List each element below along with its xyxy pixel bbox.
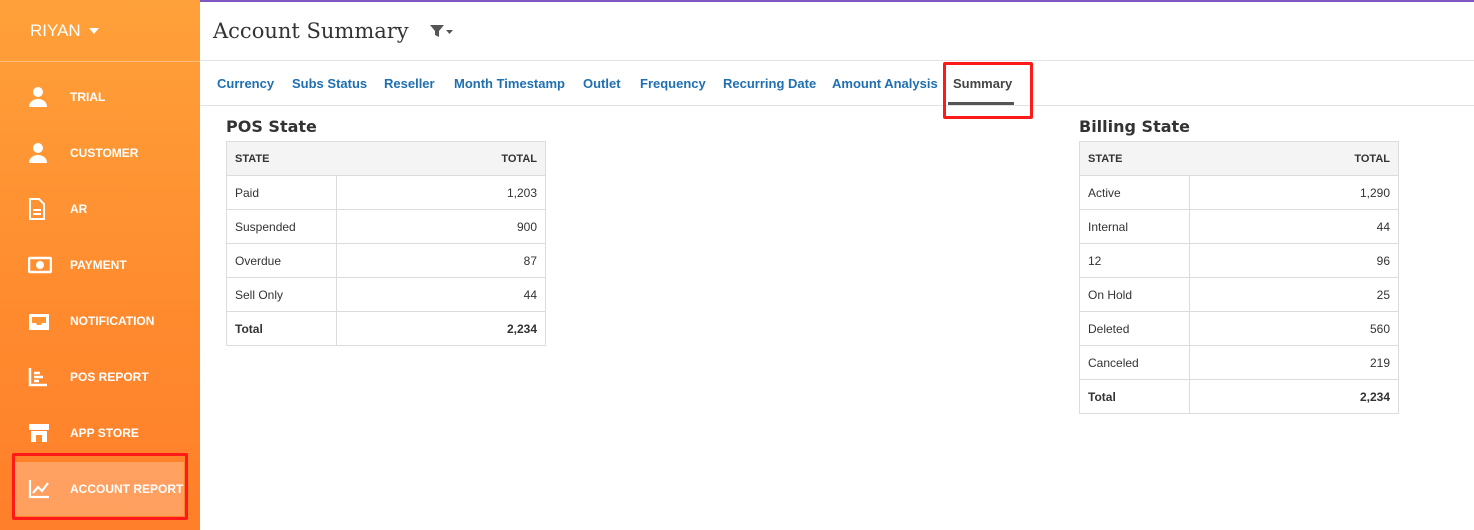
billing-state-table: STATE TOTAL Active 1,290 Internal 44 12 …	[1079, 141, 1399, 414]
tab-bar: Currency Subs Status Reseller Month Time…	[200, 62, 1474, 106]
sidebar-item-notification[interactable]: NOTIFICATION	[0, 293, 200, 349]
state-cell: Suspended	[226, 209, 337, 244]
table-row: 12 96	[1079, 243, 1399, 278]
filter-button[interactable]	[429, 24, 455, 38]
state-cell: Sell Only	[226, 277, 337, 312]
pos-state-title: POS State	[226, 117, 317, 136]
sidebar-item-customer[interactable]: CUSTOMER	[0, 125, 200, 181]
total-row: Total 2,234	[1079, 379, 1399, 414]
state-cell: Deleted	[1079, 311, 1190, 346]
tab-currency[interactable]: Currency	[217, 76, 274, 91]
table-row: Deleted 560	[1079, 311, 1399, 346]
total-cell: 560	[1189, 311, 1399, 346]
table-row: Active 1,290	[1079, 175, 1399, 210]
page-title: Account Summary	[213, 19, 409, 43]
pos-state-panel: POS State STATE TOTAL Paid 1,203 Suspend…	[226, 117, 546, 346]
total-cell: 44	[1189, 209, 1399, 244]
total-row: Total 2,234	[226, 311, 546, 346]
tab-recurring-date[interactable]: Recurring Date	[723, 76, 816, 91]
tab-frequency[interactable]: Frequency	[640, 76, 706, 91]
money-icon	[0, 256, 70, 274]
state-cell: Paid	[226, 175, 337, 210]
table-row: Internal 44	[1079, 209, 1399, 244]
table-row: Sell Only 44	[226, 277, 546, 312]
total-cell: 900	[336, 209, 546, 244]
billing-state-title: Billing State	[1079, 117, 1191, 136]
tab-summary[interactable]: Summary	[953, 76, 1012, 91]
sidebar-item-label: APP STORE	[70, 426, 139, 440]
total-value: 2,234	[336, 311, 546, 346]
sidebar-item-pos-report[interactable]: POS REPORT	[0, 349, 200, 405]
user-menu[interactable]: RIYAN	[0, 0, 200, 62]
sidebar-item-account-report[interactable]: ACCOUNT REPORT	[14, 462, 184, 516]
total-cell: 1,290	[1189, 175, 1399, 210]
sidebar-item-label: NOTIFICATION	[70, 314, 155, 328]
total-label: Total	[226, 311, 337, 346]
table-row: Overdue 87	[226, 243, 546, 278]
sidebar-item-label: POS REPORT	[70, 370, 149, 384]
sidebar-item-label: PAYMENT	[70, 258, 127, 272]
tab-month-timestamp[interactable]: Month Timestamp	[454, 76, 565, 91]
person-icon	[0, 86, 70, 108]
page-header: Account Summary	[200, 2, 1474, 61]
billing-state-panel: Billing State STATE TOTAL Active 1,290 I…	[1079, 117, 1399, 414]
table-row: On Hold 25	[1079, 277, 1399, 312]
column-header-total: TOTAL	[336, 141, 546, 176]
document-icon	[0, 198, 70, 220]
total-cell: 25	[1189, 277, 1399, 312]
total-label: Total	[1079, 379, 1190, 414]
caret-down-icon	[88, 27, 99, 34]
column-header-state: STATE	[1079, 141, 1190, 176]
total-value: 2,234	[1189, 379, 1399, 414]
tab-reseller[interactable]: Reseller	[384, 76, 435, 91]
state-cell: Active	[1079, 175, 1190, 210]
pos-state-table: STATE TOTAL Paid 1,203 Suspended 900 Ove…	[226, 141, 546, 346]
person-icon	[0, 142, 70, 164]
tab-subs-status[interactable]: Subs Status	[292, 76, 367, 91]
user-name: RIYAN	[30, 20, 81, 40]
store-icon	[0, 423, 70, 443]
filter-icon	[429, 25, 453, 37]
tab-amount-analysis[interactable]: Amount Analysis	[832, 76, 938, 91]
sidebar-item-label: AR	[70, 202, 88, 216]
total-cell: 1,203	[336, 175, 546, 210]
table-row: Suspended 900	[226, 209, 546, 244]
table-row: Paid 1,203	[226, 175, 546, 210]
line-chart-icon	[14, 479, 70, 499]
sidebar-item-payment[interactable]: PAYMENT	[0, 237, 200, 293]
total-cell: 44	[336, 277, 546, 312]
total-cell: 219	[1189, 345, 1399, 380]
state-cell: On Hold	[1079, 277, 1190, 312]
sidebar-item-label: TRIAL	[70, 90, 106, 104]
total-cell: 87	[336, 243, 546, 278]
tab-outlet[interactable]: Outlet	[583, 76, 621, 91]
state-cell: Overdue	[226, 243, 337, 278]
column-header-total: TOTAL	[1189, 141, 1399, 176]
sidebar-item-app-store[interactable]: APP STORE	[0, 405, 200, 461]
sidebar-item-ar[interactable]: AR	[0, 181, 200, 237]
table-row: Canceled 219	[1079, 345, 1399, 380]
state-cell: 12	[1079, 243, 1190, 278]
sidebar-item-trial[interactable]: TRIAL	[0, 69, 200, 125]
total-cell: 96	[1189, 243, 1399, 278]
state-cell: Canceled	[1079, 345, 1190, 380]
active-tab-indicator	[948, 102, 1014, 105]
inbox-icon	[0, 311, 70, 331]
bar-chart-icon	[0, 367, 70, 387]
column-header-state: STATE	[226, 141, 337, 176]
sidebar: RIYAN TRIAL CUSTOMER AR PAYMENT NOTIFICA…	[0, 0, 200, 530]
sidebar-item-label: CUSTOMER	[70, 146, 139, 160]
state-cell: Internal	[1079, 209, 1190, 244]
sidebar-item-label: ACCOUNT REPORT	[70, 482, 184, 496]
